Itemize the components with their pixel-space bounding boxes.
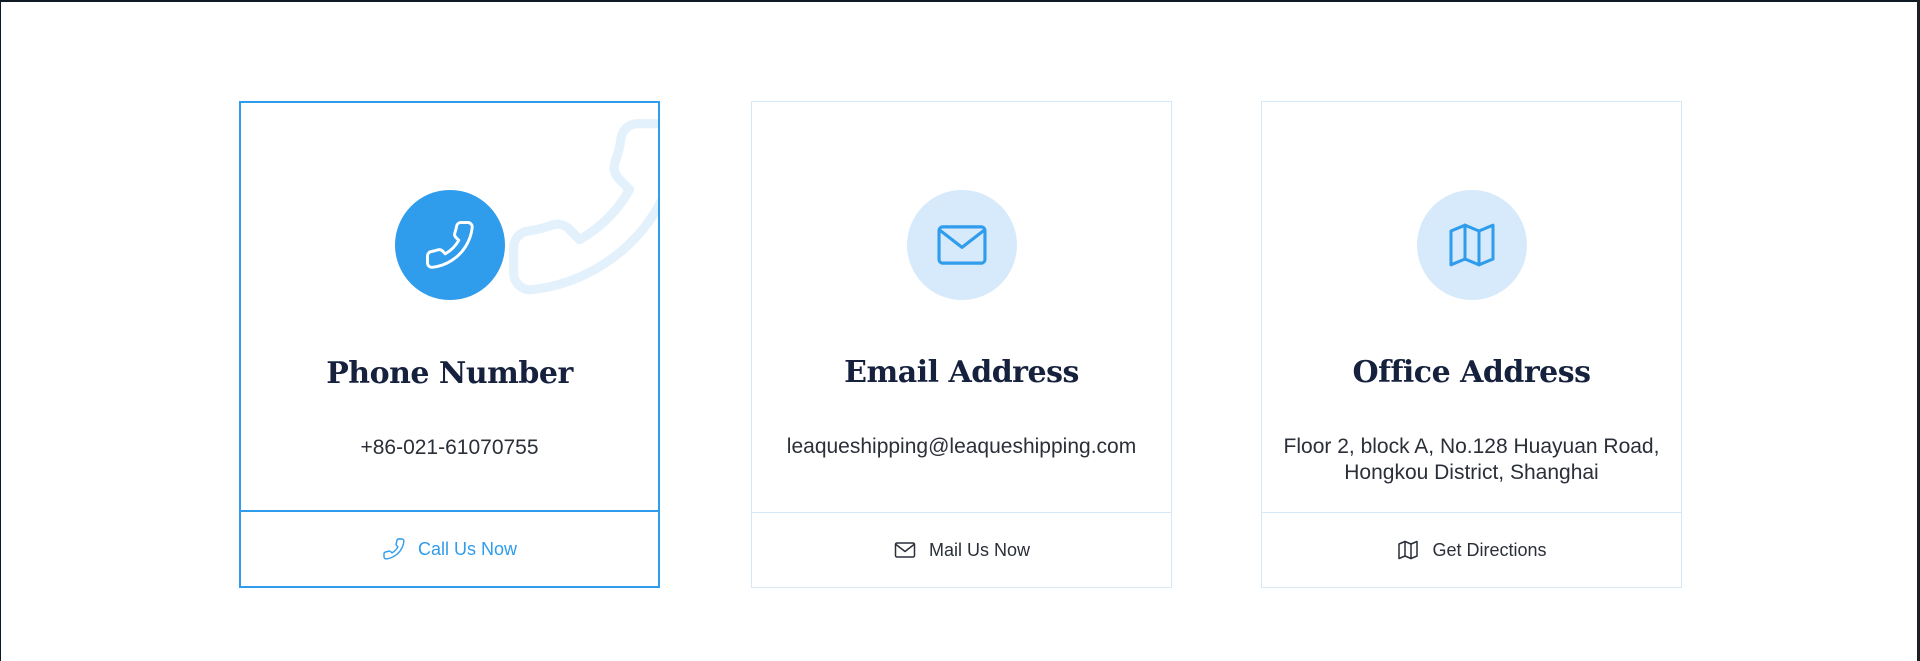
map-icon bbox=[1396, 538, 1420, 562]
get-directions-label: Get Directions bbox=[1432, 539, 1547, 560]
map-icon bbox=[1448, 223, 1495, 267]
mail-us-now-label: Mail Us Now bbox=[928, 539, 1030, 560]
office-card[interactable]: Office Address Floor 2, block A, No.128 … bbox=[1261, 101, 1682, 588]
card-title: Office Address bbox=[1352, 355, 1591, 390]
card-title: Phone Number bbox=[326, 356, 573, 391]
envelope-icon bbox=[893, 538, 917, 562]
phone-icon-circle bbox=[394, 190, 505, 300]
office-address-text: Floor 2, block A, No.128 Huayuan Road, H… bbox=[1283, 435, 1660, 484]
contact-cards: Phone Number +86-021-61070755 Call Us No… bbox=[239, 101, 1684, 590]
email-icon-circle bbox=[906, 190, 1017, 300]
email-address-text: leaqueshipping@leaqueshipping.com bbox=[786, 435, 1137, 458]
office-icon-circle bbox=[1416, 190, 1527, 300]
phone-icon bbox=[425, 221, 474, 269]
mail-us-now-button[interactable]: Mail Us Now bbox=[752, 512, 1171, 587]
envelope-icon bbox=[936, 225, 987, 265]
phone-number-text: +86-021-61070755 bbox=[360, 436, 539, 459]
email-card[interactable]: Email Address leaqueshipping@leaqueshipp… bbox=[751, 101, 1172, 588]
contact-section: Phone Number +86-021-61070755 Call Us No… bbox=[1, 2, 1917, 661]
call-us-now-button[interactable]: Call Us Now bbox=[241, 510, 658, 586]
get-directions-button[interactable]: Get Directions bbox=[1262, 512, 1681, 587]
phone-watermark-icon bbox=[509, 119, 658, 295]
card-title: Email Address bbox=[844, 355, 1079, 390]
call-us-now-label: Call Us Now bbox=[417, 538, 518, 559]
phone-icon bbox=[382, 537, 406, 561]
phone-card[interactable]: Phone Number +86-021-61070755 Call Us No… bbox=[239, 101, 660, 588]
